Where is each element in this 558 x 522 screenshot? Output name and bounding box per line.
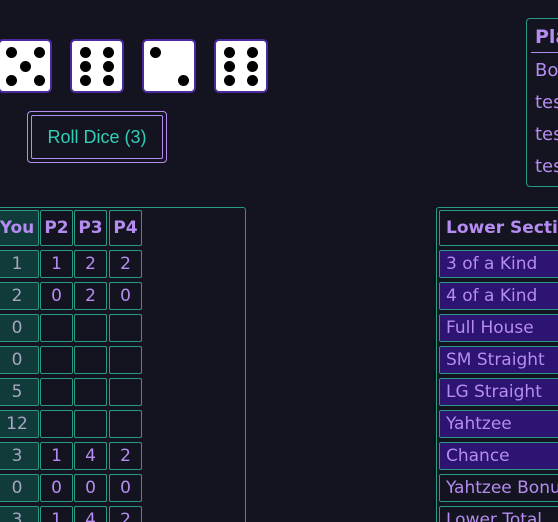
score-cell-p3 (74, 314, 107, 342)
die-pip (80, 74, 91, 86)
lower-row-label: Yahtzee Bonus (439, 474, 558, 502)
die-pip (224, 46, 235, 58)
player-name: Bo (535, 60, 558, 81)
lower-row-label[interactable]: 4 of a Kind (439, 282, 558, 310)
score-cell-p4: 2 (109, 442, 142, 470)
score-cell-p3: 2 (74, 250, 107, 278)
score-cell-p4: 0 (109, 282, 142, 310)
die-pip (103, 60, 114, 72)
lower-row-label[interactable]: LG Straight (439, 378, 558, 406)
die-pip (247, 74, 258, 86)
die-2[interactable] (70, 39, 124, 93)
die-pip (247, 60, 258, 72)
score-cell-you: 0 (0, 474, 39, 502)
lower-row-label[interactable]: Yahtzee (439, 410, 558, 438)
score-cell-p4: 2 (109, 250, 142, 278)
score-cell-p3: 0 (74, 474, 107, 502)
die-pip (33, 46, 45, 58)
column-header-you: You (0, 210, 39, 246)
roll-dice-button[interactable]: Roll Dice (3) (27, 111, 167, 163)
die-pip (80, 46, 91, 58)
player-name: tes (535, 156, 558, 177)
score-cell-p4 (109, 314, 142, 342)
lower-row-label[interactable]: Full House (439, 314, 558, 342)
column-header-p2: P2 (40, 210, 73, 246)
score-cell-p2 (40, 346, 73, 374)
die-pip (247, 46, 258, 58)
score-cell-you: 0 (0, 314, 39, 342)
score-cell-you: 1 (0, 250, 39, 278)
lower-row-label: Lower Total (439, 506, 558, 522)
players-list: Bo tes tes tes (529, 53, 558, 183)
score-cell-p3 (74, 378, 107, 406)
score-cell-p2 (40, 314, 73, 342)
score-cell-p3: 4 (74, 442, 107, 470)
score-cell-p4: 2 (109, 506, 142, 522)
score-cell-you: 5 (0, 378, 39, 406)
lower-section-header: Lower Section (439, 210, 558, 246)
score-cell-you: 12 (0, 410, 39, 438)
score-cell-p4 (109, 346, 142, 374)
score-cell-p2 (40, 410, 73, 438)
roll-dice-label: Roll Dice (3) (31, 115, 163, 159)
score-cell-p4 (109, 378, 142, 406)
lower-row-label[interactable]: Chance (439, 442, 558, 470)
die-pip (103, 46, 114, 58)
upper-section-scorecard: per SectionYouP2P3P4s1122os2020ees0rs0es… (0, 207, 246, 522)
die-3[interactable] (142, 39, 196, 93)
die-pip (224, 74, 235, 86)
die-1[interactable] (0, 39, 52, 93)
die-pip (103, 74, 114, 86)
score-cell-p3 (74, 346, 107, 374)
column-header-p3: P3 (74, 210, 107, 246)
die-pip (5, 74, 17, 86)
players-panel: Pla Bo tes tes tes (526, 18, 558, 187)
die-pip (177, 74, 189, 86)
die-pip (224, 60, 235, 72)
player-name: tes (535, 124, 558, 145)
score-cell-p2 (40, 378, 73, 406)
die-pip (149, 46, 161, 58)
lower-row-label[interactable]: 3 of a Kind (439, 250, 558, 278)
score-cell-you: 2 (0, 282, 39, 310)
score-cell-you: 3 (0, 506, 39, 522)
score-cell-p2: 0 (40, 282, 73, 310)
score-cell-you: 3 (0, 442, 39, 470)
score-cell-p2: 1 (40, 250, 73, 278)
die-4[interactable] (214, 39, 268, 93)
player-name: tes (535, 92, 558, 113)
score-cell-p2: 1 (40, 506, 73, 522)
die-pip (33, 74, 45, 86)
die-pip (19, 60, 31, 72)
die-pip (80, 60, 91, 72)
score-cell-p3: 4 (74, 506, 107, 522)
score-cell-p4 (109, 410, 142, 438)
game-board: Roll Dice (3) Pla Bo tes tes tes per Sec… (0, 0, 558, 522)
score-cell-p2: 0 (40, 474, 73, 502)
players-title: Pla (531, 21, 558, 53)
lower-row-label[interactable]: SM Straight (439, 346, 558, 374)
score-cell-p2: 1 (40, 442, 73, 470)
lower-section-scorecard: Lower Section 3 of a Kind 4 of a Kind Full … (436, 207, 558, 522)
score-cell-p3 (74, 410, 107, 438)
die-pip (5, 46, 17, 58)
score-cell-you: 0 (0, 346, 39, 374)
column-header-p4: P4 (109, 210, 142, 246)
score-cell-p4: 0 (109, 474, 142, 502)
score-cell-p3: 2 (74, 282, 107, 310)
